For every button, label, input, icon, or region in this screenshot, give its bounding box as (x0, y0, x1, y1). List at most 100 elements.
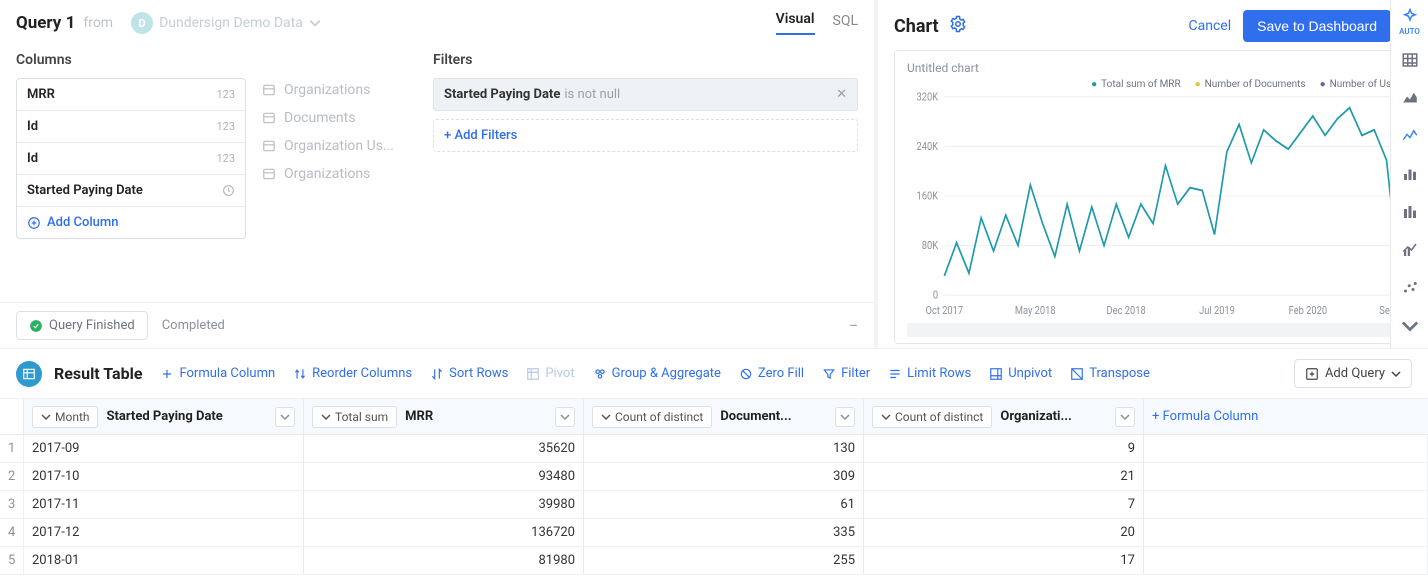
chart-canvas[interactable]: 320K240K160K80K0Oct 2017May 2018Dec 2018… (907, 92, 1405, 319)
cell-date[interactable]: 2017-11 (24, 491, 304, 519)
cell-mrr[interactable]: 35620 (304, 435, 584, 463)
cell-date[interactable]: 2017-12 (24, 519, 304, 547)
rail-scatter-icon[interactable] (1396, 274, 1424, 302)
cancel-button[interactable]: Cancel (1189, 18, 1232, 34)
zero-fill-action[interactable]: Zero Fill (739, 366, 804, 381)
row-number: 2 (0, 463, 24, 491)
sort-rows-action[interactable]: Sort Rows (430, 366, 508, 381)
columns-title: Columns (16, 52, 246, 68)
rail-stacked-bar-icon[interactable] (1396, 198, 1424, 226)
result-title: Result Table (54, 364, 142, 383)
cell-date[interactable]: 2017-09 (24, 435, 304, 463)
chart-range-bar[interactable] (907, 323, 1405, 337)
zero-icon (739, 367, 753, 381)
query-status-pill[interactable]: Query Finished (16, 311, 148, 340)
svg-text:0: 0 (933, 290, 939, 302)
cell-docs[interactable]: 61 (584, 491, 864, 519)
cell-orgs[interactable]: 21 (864, 463, 1144, 491)
rail-line-icon[interactable] (1396, 122, 1424, 150)
rail-more-icon[interactable] (1396, 312, 1424, 340)
chart-settings-icon[interactable] (949, 15, 967, 37)
column-item[interactable]: Id 123 (17, 111, 245, 143)
svg-text:80K: 80K (922, 241, 939, 253)
col-menu-icon[interactable] (275, 407, 295, 427)
col-header-date[interactable]: MonthStarted Paying Date (24, 399, 304, 435)
data-source-picker[interactable]: D Dundersign Demo Data (121, 8, 331, 38)
table-item[interactable]: Organizations (262, 82, 417, 98)
column-item[interactable]: Started Paying Date (17, 175, 245, 207)
query-title: Query 1 (16, 13, 75, 33)
cell-orgs[interactable]: 20 (864, 519, 1144, 547)
cell-mrr[interactable]: 39980 (304, 491, 584, 519)
col-menu-icon[interactable] (555, 407, 575, 427)
reorder-columns-action[interactable]: Reorder Columns (293, 366, 412, 381)
column-name: Started Paying Date (27, 183, 143, 198)
rail-table-icon[interactable] (1396, 46, 1424, 74)
collapse-icon[interactable]: − (849, 316, 858, 335)
chart-subtitle: Untitled chart (907, 61, 1405, 75)
table-icon (262, 139, 276, 153)
cell-docs[interactable]: 309 (584, 463, 864, 491)
column-name: Id (27, 151, 38, 166)
add-query-button[interactable]: Add Query (1294, 359, 1412, 388)
cell-empty (1144, 435, 1428, 463)
col-header-orgs[interactable]: Count of distinctOrganizati... (864, 399, 1144, 435)
agg-chip[interactable]: Month (32, 406, 98, 428)
remove-filter-icon[interactable]: ✕ (836, 87, 847, 102)
rail-bar-icon[interactable] (1396, 160, 1424, 188)
col-menu-icon[interactable] (835, 407, 855, 427)
filters-title: Filters (433, 52, 858, 68)
column-item[interactable]: Id 123 (17, 143, 245, 175)
col-header-mrr[interactable]: Total sumMRR (304, 399, 584, 435)
type-number-icon: 123 (216, 152, 235, 165)
cell-orgs[interactable]: 7 (864, 491, 1144, 519)
table-label: Organizations (284, 166, 370, 182)
check-circle-icon (29, 319, 43, 333)
cell-mrr[interactable]: 81980 (304, 547, 584, 575)
cell-docs[interactable]: 255 (584, 547, 864, 575)
add-filter-button[interactable]: + Add Filters (433, 119, 858, 152)
col-header-docs[interactable]: Count of distinctDocument... (584, 399, 864, 435)
col-menu-icon[interactable] (1115, 407, 1135, 427)
agg-chip[interactable]: Total sum (312, 406, 397, 428)
chart-card: Untitled chart Total sum of MRR Number o… (894, 50, 1418, 344)
table-label: Organizations (284, 82, 370, 98)
column-item[interactable]: MRR 123 (17, 79, 245, 111)
group-aggregate-action[interactable]: Group & Aggregate (593, 366, 721, 381)
save-to-dashboard-button[interactable]: Save to Dashboard (1243, 10, 1391, 42)
cell-orgs[interactable]: 9 (864, 435, 1144, 463)
chart-title: Chart (894, 16, 939, 37)
tab-sql[interactable]: SQL (833, 13, 858, 35)
row-number: 5 (0, 547, 24, 575)
cell-date[interactable]: 2018-01 (24, 547, 304, 575)
cell-orgs[interactable]: 17 (864, 547, 1144, 575)
limit-rows-action[interactable]: Limit Rows (888, 366, 971, 381)
table-item[interactable]: Documents (262, 110, 417, 126)
table-item[interactable]: Organizations (262, 166, 417, 182)
svg-text:160K: 160K (917, 191, 939, 203)
agg-chip[interactable]: Count of distinct (872, 406, 992, 428)
tab-visual[interactable]: Visual (776, 11, 815, 35)
filter-chip[interactable]: Started Paying Date is not null ✕ (433, 78, 858, 111)
add-column-label: Add Column (47, 215, 118, 230)
table-item[interactable]: Organization Us... (262, 138, 417, 154)
formula-column-action[interactable]: Formula Column (160, 366, 275, 381)
cell-docs[interactable]: 130 (584, 435, 864, 463)
rail-combo-icon[interactable] (1396, 236, 1424, 264)
cell-docs[interactable]: 335 (584, 519, 864, 547)
from-label: from (83, 15, 113, 31)
add-column-button[interactable]: Add Column (17, 207, 245, 238)
cell-mrr[interactable]: 93480 (304, 463, 584, 491)
rail-auto[interactable]: AUTO (1396, 8, 1424, 36)
col-header-formula[interactable]: + Formula Column (1144, 399, 1428, 435)
cell-mrr[interactable]: 136720 (304, 519, 584, 547)
unpivot-action[interactable]: Unpivot (989, 366, 1052, 381)
rail-area-icon[interactable] (1396, 84, 1424, 112)
svg-text:Dec 2018: Dec 2018 (1107, 306, 1147, 318)
row-number-header (0, 399, 24, 435)
agg-chip[interactable]: Count of distinct (592, 406, 712, 428)
transpose-action[interactable]: Transpose (1070, 366, 1150, 381)
filter-action[interactable]: Filter (822, 366, 870, 381)
type-number-icon: 123 (216, 120, 235, 133)
cell-date[interactable]: 2017-10 (24, 463, 304, 491)
